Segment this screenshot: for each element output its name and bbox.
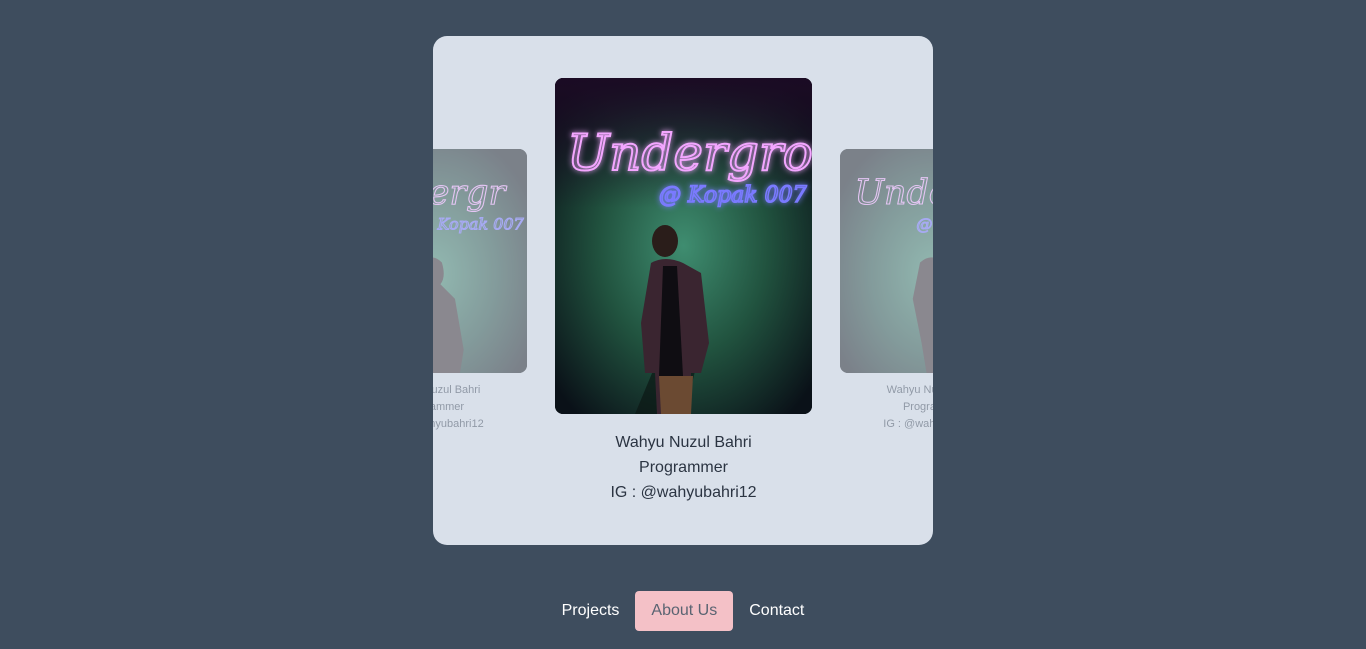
profile-name: Wahyu Nuzul Bahri bbox=[886, 384, 933, 396]
profile-caption: Wahyu Nuzul Bahri Programmer IG : @wahyu… bbox=[555, 430, 812, 505]
bottom-nav: Projects About Us Contact bbox=[0, 591, 1366, 631]
svg-text:@ Kopak 007: @ Kopak 007 bbox=[916, 215, 933, 234]
svg-text:Undergr: Undergr bbox=[855, 173, 933, 213]
profile-photo-image: Underground @ Kopak 007 bbox=[555, 78, 812, 414]
profile-caption: Wahyu Nuzul Bahri Programmer IG : @wahyu… bbox=[840, 382, 933, 433]
nav-item-contact[interactable]: Contact bbox=[737, 591, 816, 631]
profile-photo: Underground @ Kopak 007 bbox=[555, 78, 812, 414]
profile-caption: Wahyu Nuzul Bahri Programmer IG : @wahyu… bbox=[433, 382, 527, 433]
profile-name: Wahyu Nuzul Bahri bbox=[615, 434, 752, 451]
profile-role: Programmer bbox=[639, 459, 728, 476]
profile-instagram: IG : @wahyubahri12 bbox=[883, 418, 933, 430]
profile-instagram: IG : @wahyubahri12 bbox=[433, 418, 484, 430]
carousel-slide-next[interactable]: Undergr @ Kopak 007 Wahyu Nuzul Bahri Pr… bbox=[840, 149, 933, 433]
profile-role: Programmer bbox=[902, 401, 933, 413]
profile-role: Programmer bbox=[433, 401, 465, 413]
svg-text:Undergr: Undergr bbox=[433, 173, 507, 213]
profile-photo: Undergr @ Kopak 007 bbox=[433, 149, 527, 373]
profile-photo: Undergr @ Kopak 007 bbox=[840, 149, 933, 373]
carousel-slide-current: Underground @ Kopak 007 Wahyu Nuzul Bahr… bbox=[555, 78, 812, 505]
profile-carousel: Undergr @ Kopak 007 Wahyu Nuzul Bahri Pr… bbox=[433, 36, 933, 545]
svg-text:@ Kopak 007: @ Kopak 007 bbox=[433, 215, 525, 234]
carousel-slide-previous[interactable]: Undergr @ Kopak 007 Wahyu Nuzul Bahri Pr… bbox=[433, 149, 527, 433]
profile-photo-image: Undergr @ Kopak 007 bbox=[433, 149, 527, 373]
neon-sign-subtitle: @ Kopak 007 bbox=[659, 183, 807, 208]
profile-photo-image: Undergr @ Kopak 007 bbox=[840, 149, 933, 373]
nav-item-about-us[interactable]: About Us bbox=[635, 591, 734, 631]
page: Undergr @ Kopak 007 Wahyu Nuzul Bahri Pr… bbox=[0, 0, 1366, 649]
nav-item-projects[interactable]: Projects bbox=[550, 591, 632, 631]
profile-name: Wahyu Nuzul Bahri bbox=[433, 384, 481, 396]
profile-instagram: IG : @wahyubahri12 bbox=[610, 484, 757, 501]
neon-sign-title: Underground bbox=[567, 124, 812, 182]
